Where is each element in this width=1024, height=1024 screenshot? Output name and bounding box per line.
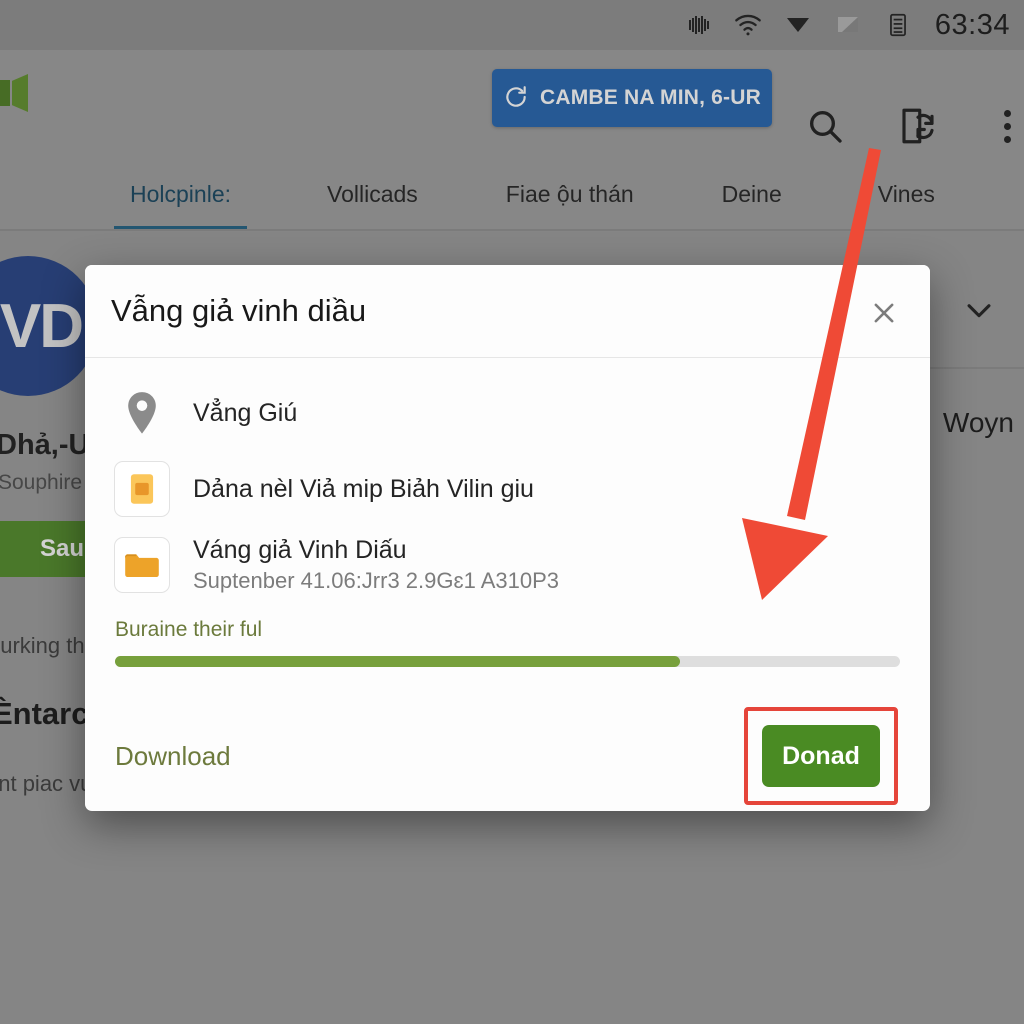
update-cta-button[interactable]: CAMBE NA MIN, 6-UR [492, 69, 772, 127]
dialog-footer: Download Donad [85, 701, 930, 811]
donad-confirm-button[interactable]: Donad [762, 725, 880, 787]
tab-holcpinle[interactable]: Holcpinle: [108, 158, 253, 230]
location-pin-icon [113, 384, 171, 442]
tab-label: Vollicads [327, 180, 418, 207]
install-button[interactable]: Sau [0, 521, 90, 577]
tab-vollicads[interactable]: Vollicads [305, 158, 440, 230]
progress-bar [115, 656, 900, 667]
wifi-icon [731, 8, 765, 42]
vibrate-icon [681, 8, 715, 42]
sidebar-right-label: Woyn [942, 407, 1014, 438]
app-logo-icon [0, 72, 30, 114]
tab-vines[interactable]: Vines [856, 158, 957, 230]
status-clock: 63:34 [934, 8, 1010, 41]
app-bar: CAMBE NA MIN, 6-UR [0, 50, 1024, 158]
update-cta-label: CAMBE NA MIN, 6-UR [540, 86, 761, 109]
list-item[interactable]: Vẳng Giú [113, 382, 902, 444]
description-line-2: ent piac vu [0, 771, 93, 796]
list-item-secondary-text: Suptenber 41.06:Jrr3 2.9Gɛ1 A310P3 [193, 568, 560, 593]
app-brand-logo: VD [0, 256, 98, 396]
search-icon[interactable] [800, 101, 850, 151]
chevron-down-icon[interactable] [962, 293, 996, 327]
dialog-body: Vẳng Giú Dảna nèl Viả mip Biảh Vilin giu [85, 358, 930, 667]
description-line-1: durking th [0, 633, 85, 658]
list-item-primary-text: Vẳng Giú [193, 398, 298, 427]
signal-icon [781, 8, 815, 42]
cast-document-icon[interactable] [893, 101, 943, 151]
more-vertical-icon[interactable] [996, 101, 1018, 151]
tab-deine[interactable]: Deine [700, 158, 804, 230]
primary-action-highlight: Donad [744, 707, 898, 805]
progress-section: Buraine their ful [113, 618, 902, 667]
list-item[interactable]: Váng giả Vinh Diấu Suptenber 41.06:Jrr3 … [113, 534, 902, 596]
progress-label: Buraine their ful [115, 618, 263, 641]
list-item[interactable]: Dảna nèl Viả mip Biảh Vilin giu [113, 458, 902, 520]
tab-label: Fiae ộu thán [505, 180, 634, 207]
battery-icon [881, 8, 915, 42]
tab-label: Deine [721, 180, 782, 207]
download-link-button[interactable]: Download [115, 741, 231, 772]
app-brand-logo-text: VD [0, 291, 84, 361]
tab-label: Holcpinle: [130, 180, 231, 207]
app-developer-label: Souphire | [0, 471, 94, 494]
sync-icon [503, 84, 529, 113]
download-dialog: Vẫng giả vinh diầu Vẳng Giú Dảna nèl Viả… [85, 265, 930, 811]
tab-bar: Holcpinle: Vollicads Fiae ộu thán Deine … [0, 158, 1024, 230]
screen-root: 63:34 CAMBE NA MIN, 6-UR Holcpinle: Voll… [0, 0, 1024, 1024]
tab-label: Vines [877, 180, 935, 207]
status-bar: 63:34 [0, 0, 1024, 50]
folder-icon [114, 537, 170, 593]
sim-card-icon [114, 461, 170, 517]
install-button-label: Sau [39, 535, 84, 562]
signal-secondary-icon [831, 8, 865, 42]
dialog-title: Vẫng giả vinh diầu [111, 293, 367, 328]
progress-bar-fill [115, 656, 681, 667]
list-item-primary-text: Dảna nèl Viả mip Biảh Vilin giu [193, 474, 534, 503]
list-item-primary-text: Váng giả Vinh Diấu [193, 536, 407, 564]
close-icon[interactable] [862, 291, 906, 335]
tab-fiae-ou-than[interactable]: Fiae ộu thán [484, 158, 656, 230]
dialog-header: Vẫng giả vinh diầu [85, 265, 930, 357]
